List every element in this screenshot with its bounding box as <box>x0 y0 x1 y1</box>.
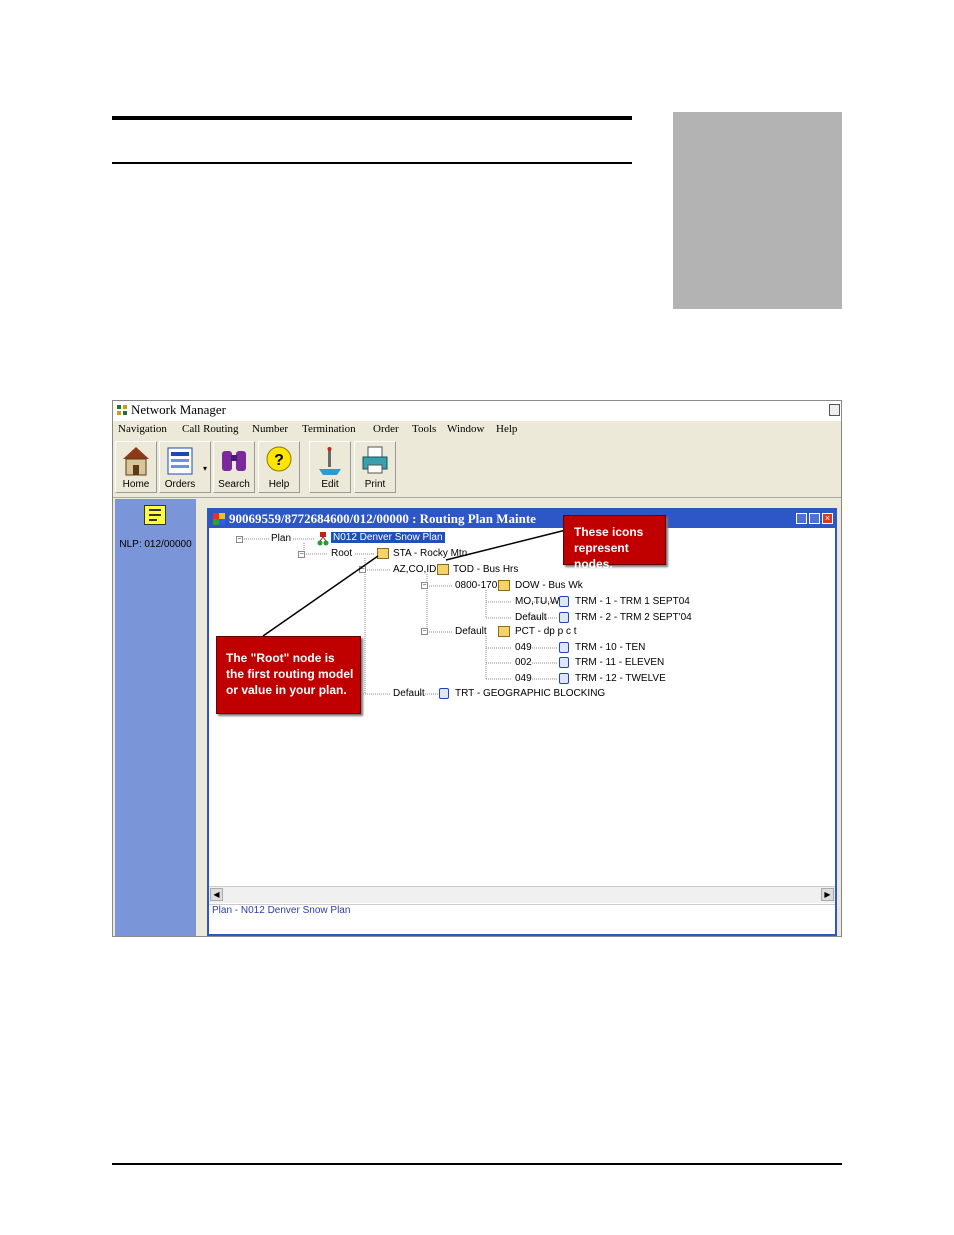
icons-callout: These icons represent nodes. <box>563 515 666 571</box>
root-callout: The "Root" node is the first routing mod… <box>216 636 361 714</box>
callout-pointers <box>262 529 567 637</box>
